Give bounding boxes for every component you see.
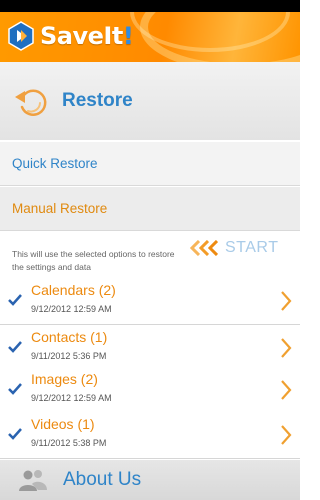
list-item-calendars[interactable]: Calendars (2) 9/12/2012 12:59 AM — [0, 279, 300, 325]
item-date: 9/12/2012 12:59 AM — [31, 393, 112, 403]
checkmark-icon[interactable] — [8, 427, 22, 441]
checkmark-icon[interactable] — [8, 382, 22, 396]
manual-restore-button[interactable]: Manual Restore — [0, 187, 300, 231]
item-title: Contacts (1) — [31, 329, 108, 345]
app-header: SaveIt! — [0, 12, 300, 62]
item-title: Calendars (2) — [31, 282, 116, 298]
start-button[interactable]: START — [190, 236, 278, 260]
page-title: Restore — [62, 90, 133, 111]
saveit-logo-icon — [8, 21, 34, 51]
chevron-right-icon[interactable] — [280, 425, 292, 445]
item-title: Videos (1) — [31, 416, 95, 432]
list-item-images[interactable]: Images (2) 9/12/2012 12:59 AM — [0, 368, 300, 414]
people-icon — [18, 468, 48, 492]
about-us-label: About Us — [63, 469, 142, 490]
app-logo: SaveIt! — [8, 21, 134, 51]
app-name-main: SaveIt — [40, 22, 123, 50]
chevron-right-icon[interactable] — [280, 291, 292, 311]
checkmark-icon[interactable] — [8, 293, 22, 307]
list-item-videos[interactable]: Videos (1) 9/11/2012 5:38 PM — [0, 413, 300, 459]
app-name: SaveIt! — [40, 22, 134, 50]
item-date: 9/11/2012 5:36 PM — [31, 351, 107, 361]
item-title: Images (2) — [31, 371, 98, 387]
restore-arrow-icon — [12, 81, 52, 121]
item-date: 9/11/2012 5:38 PM — [31, 438, 107, 448]
chevron-right-icon[interactable] — [280, 338, 292, 358]
restore-header: Restore — [0, 62, 300, 140]
start-label: START — [225, 239, 279, 256]
item-date: 9/12/2012 12:59 AM — [31, 304, 112, 314]
app-name-suffix: ! — [122, 22, 134, 50]
about-us-button[interactable]: About Us — [0, 460, 300, 500]
quick-restore-button[interactable]: Quick Restore — [0, 142, 300, 186]
list-item-contacts[interactable]: Contacts (1) 9/11/2012 5:36 PM — [0, 326, 300, 372]
triple-chevron-icon — [190, 240, 218, 256]
checkmark-icon[interactable] — [8, 340, 22, 354]
status-bar — [0, 0, 300, 12]
restore-info-text: This will use the selected options to re… — [12, 249, 175, 272]
chevron-right-icon[interactable] — [280, 380, 292, 400]
